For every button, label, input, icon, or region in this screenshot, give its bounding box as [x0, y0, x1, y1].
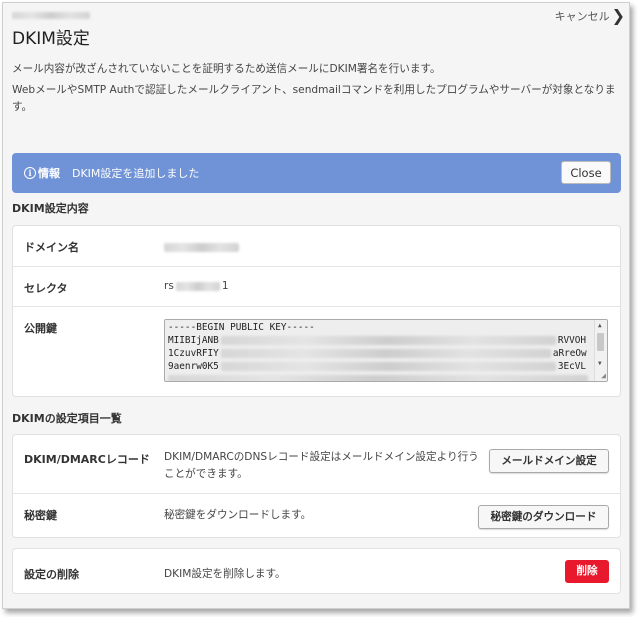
- selector-prefix: rs: [164, 280, 174, 292]
- key-line: 9aenrw0K5 3EcVL: [168, 361, 587, 372]
- domain-label: ドメイン名: [24, 241, 79, 254]
- description-line-2: WebメールやSMTP Authで認証したメールクライアント、sendmailコ…: [12, 84, 616, 113]
- scroll-up-icon[interactable]: ▲: [598, 322, 602, 329]
- selector-row: セレクタ rs 1: [13, 266, 620, 307]
- private-key-row: 秘密鍵 秘密鍵をダウンロードします。 秘密鍵のダウンロード: [13, 493, 620, 540]
- delete-panel: 設定の削除 DKIM設定を削除します。 削除: [12, 548, 621, 594]
- selector-label: セレクタ: [24, 282, 68, 295]
- public-key-label: 公開鍵: [24, 322, 57, 335]
- domain-row: ドメイン名: [13, 226, 620, 266]
- settings-heading: DKIMの設定項目一覧: [12, 412, 122, 425]
- info-message: DKIM設定を追加しました: [72, 167, 200, 180]
- info-icon: i: [24, 167, 36, 179]
- cancel-label: キャンセル: [554, 10, 610, 23]
- selector-suffix: 1: [221, 280, 229, 292]
- resize-grip-icon[interactable]: ◢: [601, 371, 606, 380]
- scroll-thumb[interactable]: [597, 333, 604, 351]
- key-line: 1CzuvRFIY aRreOw: [168, 348, 587, 359]
- scroll-down-icon[interactable]: ▼: [598, 360, 602, 367]
- public-key-row: 公開鍵 -----BEGIN PUBLIC KEY----- MIIBIjANB…: [13, 306, 620, 399]
- close-banner-button[interactable]: Close: [561, 161, 611, 184]
- dmarc-row: DKIM/DMARCレコード DKIM/DMARCのDNSレコード設定はメールド…: [13, 435, 620, 493]
- info-banner: i 情報 DKIM設定を追加しました Close: [12, 153, 621, 193]
- public-key-textarea[interactable]: -----BEGIN PUBLIC KEY----- MIIBIjANB RVVO…: [164, 319, 608, 382]
- download-private-key-button[interactable]: 秘密鍵のダウンロード: [478, 505, 609, 529]
- domain-value: [164, 241, 239, 253]
- delete-button[interactable]: 削除: [565, 560, 609, 583]
- dmarc-description: DKIM/DMARCのDNSレコード設定はメールドメイン設定より行うことができま…: [164, 451, 479, 480]
- dkim-details-heading: DKIM設定内容: [12, 202, 89, 215]
- cancel-button[interactable]: キャンセル ❯: [555, 8, 625, 24]
- dkim-details-panel: ドメイン名 セレクタ rs 1 公開鍵 -----BEGIN PUBLIC KEY…: [12, 225, 621, 397]
- delete-description: DKIM設定を削除します。: [164, 568, 286, 580]
- account-name-blurred: [12, 12, 90, 19]
- key-line: [168, 374, 588, 381]
- dmarc-label: DKIM/DMARCレコード: [24, 453, 150, 466]
- private-key-label: 秘密鍵: [24, 509, 57, 522]
- key-line: -----BEGIN PUBLIC KEY-----: [168, 322, 315, 333]
- page-title: DKIM設定: [12, 29, 90, 49]
- close-icon: ❯: [611, 6, 625, 25]
- mail-domain-settings-button[interactable]: メールドメイン設定: [489, 449, 609, 473]
- dkim-settings-dialog: キャンセル ❯ DKIM設定 メール内容が改ざんされていないことを証明するため送…: [2, 2, 630, 609]
- selector-value: rs 1: [164, 280, 229, 292]
- key-line: MIIBIjANB RVVOH: [168, 335, 587, 346]
- delete-label: 設定の削除: [24, 568, 79, 581]
- settings-panel: DKIM/DMARCレコード DKIM/DMARCのDNSレコード設定はメールド…: [12, 434, 621, 538]
- private-key-description: 秘密鍵をダウンロードします。: [164, 509, 312, 521]
- description-line-1: メール内容が改ざんされていないことを証明するため送信メールにDKIM署名を行いま…: [12, 63, 441, 75]
- info-label: 情報: [38, 167, 60, 180]
